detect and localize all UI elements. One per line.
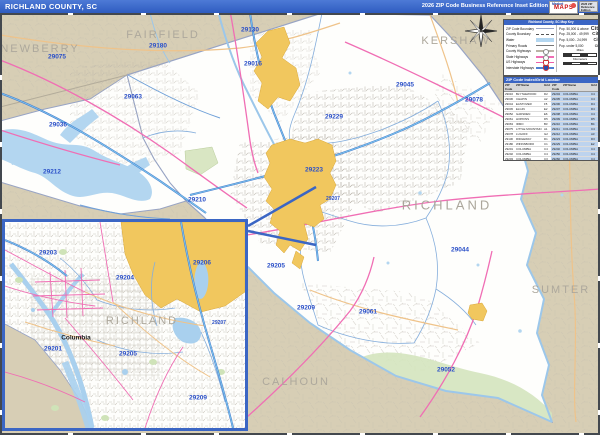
scale-bar-km [563, 61, 598, 66]
sw-interstate-swatch [536, 65, 554, 72]
sw-county-swatch [536, 33, 554, 35]
title-bar: RICHLAND COUNTY, SC 2026 ZIP Code Busine… [0, 0, 600, 14]
inset-map-art [5, 222, 245, 428]
legend-city-item: Pop. 5,000 - 24,999City [559, 37, 600, 43]
legend-line-symbols: ZIP Code Boundary County Boundary Water Pri… [504, 25, 556, 72]
publisher-logo: Market MAPS 2026 ZIP Reference Edition [549, 1, 598, 14]
sw-us-hwy-swatch [536, 60, 554, 65]
main-map: 29203 29204 29206 RICHLAND Columbia 29201 2920… [0, 13, 600, 435]
scale-km-label: Kilometers [573, 56, 588, 61]
sw-zip-swatch [536, 28, 554, 30]
sw-water-swatch [536, 38, 554, 42]
maps-logo: Market MAPS [549, 1, 578, 14]
zip-index-table: ZIP Code Index/Grid Locator ZIP Code ZIP… [503, 76, 599, 161]
sw-primary-swatch [536, 45, 554, 47]
zip-index-row: 29203 COLUMBIA C3 [504, 157, 551, 160]
legend-item: Interstate Highways [506, 65, 554, 72]
zip-index-left-column: ZIP Code ZIP Name Grid 29016 BLYTHEWOOD D2… [504, 83, 551, 161]
zip-index-right-column: ZIP Code ZIP Name Grid 29204 COLUMBIA C4 29… [551, 83, 598, 161]
frame-ticks-top [0, 13, 600, 15]
map-legend: Richland County, SC Map Key ZIP Code Bou… [503, 19, 600, 76]
legend-city-symbols: Pop. 50,000 & aboveCityPop. 25,000 - 49,… [556, 25, 600, 72]
legend-city-item: Pop. 25,000 - 49,999City [559, 31, 600, 37]
map-poster: RICHLAND COUNTY, SC 2026 ZIP Code Busine… [0, 0, 600, 435]
zip-index-row: 29260 COLUMBIA C4 [551, 157, 598, 160]
frame-ticks-left [0, 13, 2, 435]
edition-badge: 2026 ZIP Reference Edition [579, 1, 598, 12]
scale-miles-label: Miles [576, 48, 584, 53]
sw-state-hwy-swatch [536, 54, 554, 60]
compass-rose-icon [464, 14, 498, 48]
legend-item: State Highways [506, 54, 554, 60]
edition-text: 2026 ZIP Code Business Reference Inset E… [421, 3, 548, 9]
sw-cnty-hwy-swatch [536, 49, 554, 54]
legend-item: US Highways [506, 60, 554, 66]
columbia-inset-map: 29203 29204 29206 RICHLAND Columbia 29201 2920… [2, 219, 248, 431]
legend-city-item: Pop. 50,000 & aboveCity [559, 25, 600, 32]
legend-item: County Highways [506, 48, 554, 54]
map-title: RICHLAND COUNTY, SC [5, 2, 98, 11]
globe-icon [571, 3, 576, 8]
